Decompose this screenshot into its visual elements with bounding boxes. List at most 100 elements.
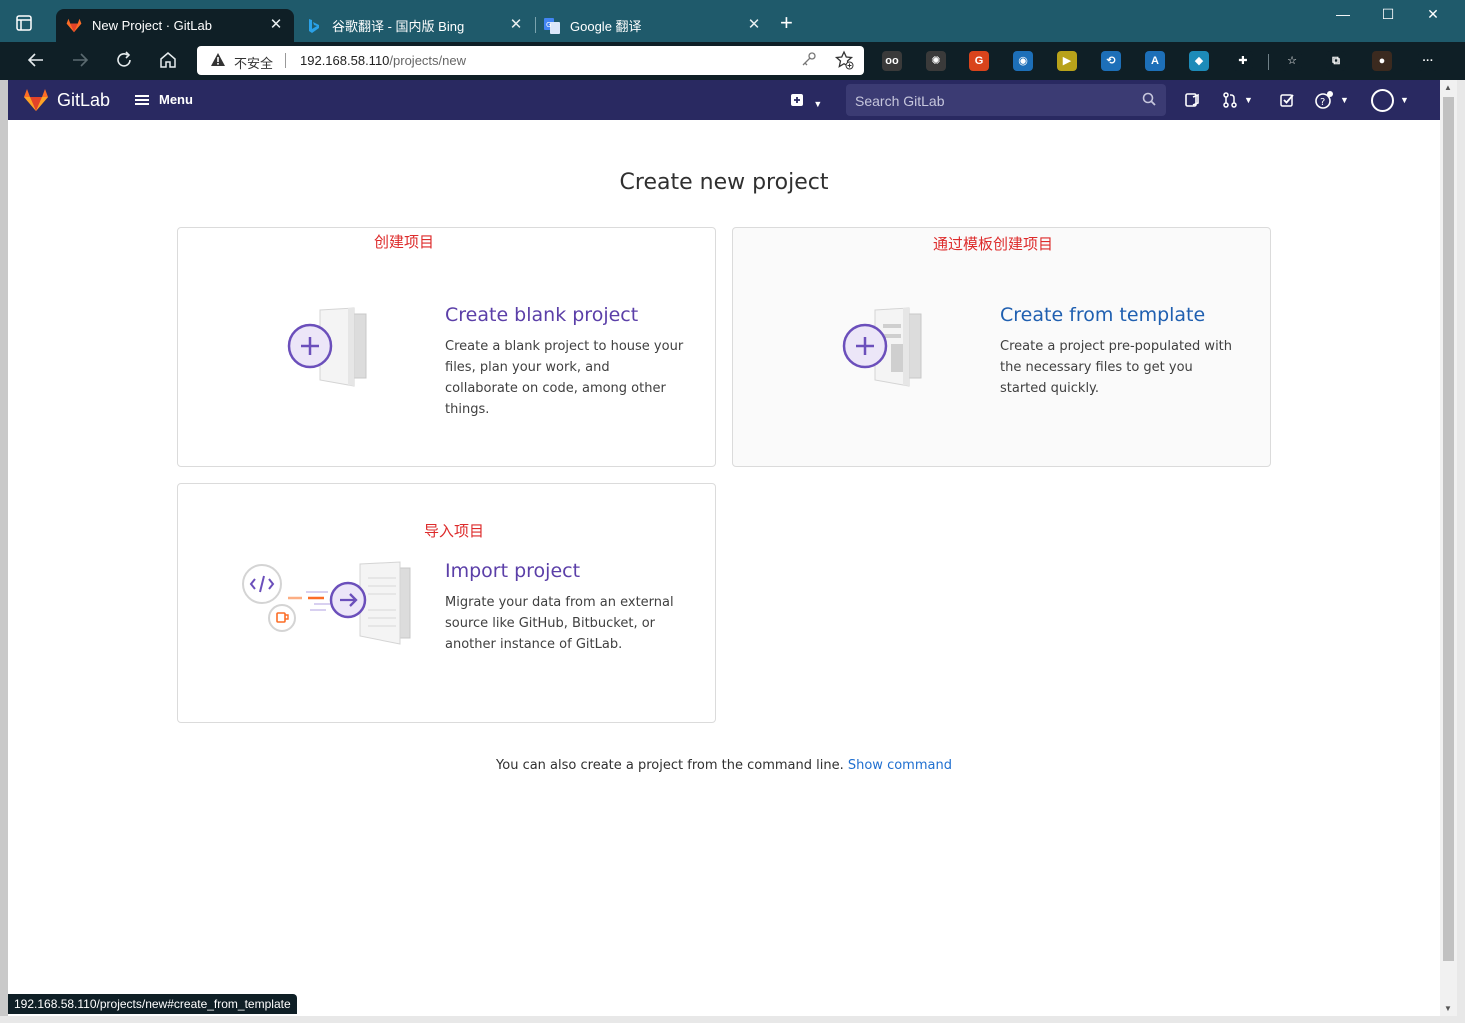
merge-request-icon [1223,92,1237,108]
annotation-note: 创建项目 [374,234,435,251]
browser-toolbar: 不安全 192.168.58.110/projects/new oo ✺ G ◉ ▶ ⟲ A… [0,42,1465,80]
search-input[interactable]: Search GitLab [846,84,1166,116]
help-icon: ? [1315,91,1333,109]
page-viewport: GitLab Menu ▼ Search GitLab ▼ ? ▼ ▼ Crea… [8,80,1440,1016]
card-title[interactable]: Create blank project [445,304,638,326]
gitlab-navbar: GitLab Menu ▼ Search GitLab ▼ ? ▼ ▼ [8,80,1440,120]
maximize-button[interactable]: ☐ [1373,6,1403,26]
page-title: Create new project [619,170,829,195]
card-description: Migrate your data from an external sourc… [445,595,674,652]
help-button[interactable]: ? ▼ [1314,91,1349,109]
add-favorite-icon[interactable] [834,50,854,75]
link-status-bar: 192.168.58.110/projects/new#create_from_… [8,994,297,1014]
console-ext-icon[interactable]: ▶ [1057,51,1077,71]
url-text[interactable]: 192.168.58.110/projects/new [300,53,466,68]
bing-favicon-icon [306,18,322,34]
google-translate-favicon-icon: G [544,17,560,34]
card-description: Create a project pre-populated with the … [1000,339,1233,396]
gitlab-logo-icon[interactable] [23,88,49,112]
tab-actions-icon[interactable] [14,13,34,33]
menu-button[interactable]: Menu [135,92,193,107]
address-bar[interactable]: 不安全 192.168.58.110/projects/new [197,46,864,75]
profile-icon[interactable]: ● [1372,51,1392,71]
address-separator [285,53,286,68]
card-description: Create a blank project to house your fil… [445,339,684,417]
reader-icon[interactable]: oo [882,51,902,71]
tab-title: Google 翻译 [570,19,642,34]
translate-ext-icon[interactable]: G [969,51,989,71]
vertical-scrollbar[interactable]: ▲ ▼ [1440,80,1457,1016]
window-bottom-edge [0,1016,1465,1023]
tab-close-icon[interactable]: ✕ [508,17,524,33]
chevron-down-icon: ▼ [813,99,823,109]
home-icon [160,52,176,68]
create-blank-project-card[interactable]: 创建项目 Create blank project Create a blank… [177,227,716,467]
repeat-ext-icon[interactable]: ⟲ [1101,51,1121,71]
create-from-template-card[interactable]: 通过模板创建项目 Create from template Create a p… [732,227,1271,467]
arrow-left-icon [27,53,43,67]
issues-icon [1185,93,1199,107]
reload-button[interactable] [112,50,136,72]
hamburger-icon [135,94,149,105]
card-title[interactable]: Import project [445,560,580,582]
toolbar-separator [1268,54,1269,70]
tab-title: 谷歌翻译 - 国内版 Bing [332,19,465,34]
back-button[interactable] [24,50,48,72]
show-command-link[interactable]: Show command [848,758,952,773]
blank-project-illustration-icon [284,306,370,393]
annotation-note: 导入项目 [424,523,485,540]
command-line-text: You can also create a project from the c… [496,758,844,773]
annotation-note: 通过模板创建项目 [933,236,1054,253]
chevron-down-icon: ▼ [1244,95,1253,105]
home-button[interactable] [156,50,180,72]
favorites-icon[interactable]: ☆ [1282,51,1302,71]
collections-icon[interactable]: ⧉ [1326,51,1346,71]
scroll-up-icon[interactable]: ▲ [1444,83,1452,92]
gitlab-favicon-icon [66,18,82,34]
plus-square-icon [791,94,803,106]
issues-button[interactable] [1184,91,1200,109]
import-project-illustration-icon [240,558,412,653]
tab-close-icon[interactable]: ✕ [268,17,284,33]
svg-text:G: G [546,21,551,29]
todo-check-icon [1280,94,1294,107]
todos-button[interactable] [1279,91,1295,109]
arrow-right-icon [73,53,89,67]
shield-ext-icon[interactable]: ◆ [1189,51,1209,71]
search-placeholder: Search GitLab [855,93,945,109]
merge-requests-button[interactable]: ▼ [1222,91,1253,109]
avatar-chevron-down-icon[interactable]: ▼ [1400,95,1409,105]
search-icon [1142,92,1156,111]
tab-bing-translate[interactable]: 谷歌翻译 - 国内版 Bing ✕ [296,9,534,42]
import-project-card[interactable]: 导入项目 Import project Migrate your data fr… [177,483,716,723]
security-label[interactable]: 不安全 [234,53,273,72]
forward-button[interactable] [68,50,92,72]
font-ext-icon[interactable]: A [1145,51,1165,71]
settings-ext-icon[interactable]: ✺ [926,51,946,71]
template-project-illustration-icon [839,306,925,393]
key-icon[interactable] [801,51,817,70]
warning-icon[interactable] [210,52,226,70]
new-dropdown-button[interactable]: ▼ [790,93,822,110]
url-path: /projects/new [389,53,466,68]
window-right-edge [1457,80,1465,1023]
new-tab-button[interactable]: + [780,12,793,34]
scrollbar-thumb[interactable] [1443,97,1454,961]
tab-google-translate[interactable]: G Google 翻译 ✕ [534,9,772,42]
window-close-button[interactable]: ✕ [1418,6,1448,26]
user-avatar[interactable] [1371,89,1394,112]
menu-label: Menu [159,92,193,107]
chevron-down-icon: ▼ [1340,95,1349,105]
tab-close-icon[interactable]: ✕ [746,17,762,33]
scroll-down-icon[interactable]: ▼ [1444,1004,1452,1013]
tab-gitlab-new-project[interactable]: New Project · GitLab ✕ [56,9,294,42]
circle-ext-icon[interactable]: ◉ [1013,51,1033,71]
minimize-button[interactable]: — [1328,6,1358,26]
reload-icon [117,51,131,67]
puzzle-icon[interactable]: ✚ [1233,51,1253,71]
command-line-hint: You can also create a project from the c… [8,758,1440,773]
more-icon[interactable]: ··· [1418,51,1438,71]
gitlab-brand-name[interactable]: GitLab [57,90,110,111]
card-title[interactable]: Create from template [1000,304,1205,326]
tab-title: New Project · GitLab [92,18,212,33]
